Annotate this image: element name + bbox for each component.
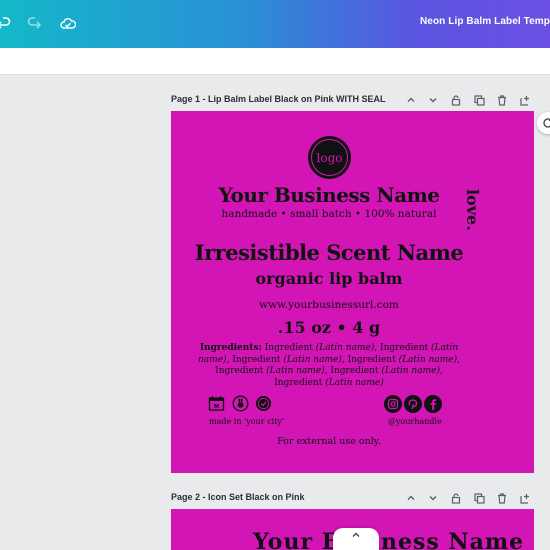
business-url[interactable]: www.yourbusinessurl.com — [171, 299, 487, 311]
chevron-down-icon[interactable] — [426, 93, 440, 107]
page-2-title[interactable]: Page 2 - Icon Set Black on Pink — [171, 492, 305, 502]
cloud-sync-icon[interactable] — [58, 14, 78, 34]
chevron-down-icon[interactable] — [426, 491, 440, 505]
side-text-love[interactable]: love. — [463, 189, 482, 231]
net-weight[interactable]: .15 oz • 4 g — [171, 318, 487, 337]
page-1-title[interactable]: Page 1 - Lip Balm Label Black on Pink WI… — [171, 94, 386, 104]
lip-balm-label-page-1[interactable]: logo Your Business Name handmade • small… — [171, 111, 534, 473]
social-handle[interactable]: @yourhandle — [388, 417, 442, 426]
chevron-up-icon[interactable] — [404, 491, 418, 505]
ingredients-heading: Ingredients: — [199, 343, 262, 353]
external-use-notice[interactable]: For external use only. — [171, 436, 487, 447]
trash-icon[interactable] — [495, 491, 509, 505]
business-name[interactable]: Your Business Name — [171, 183, 487, 207]
expand-pages-button[interactable] — [333, 528, 379, 550]
duplicate-icon[interactable] — [472, 93, 486, 107]
chevron-up-icon — [352, 532, 360, 537]
chevron-up-icon[interactable] — [404, 93, 418, 107]
ingredients-list[interactable]: Ingredients: Ingredient (Latin name), In… — [197, 343, 461, 389]
editor-subbar — [0, 48, 550, 75]
cruelty-free-icon[interactable] — [232, 395, 249, 412]
page-2-header: Page 2 - Icon Set Black on Pink — [171, 490, 550, 508]
trash-icon[interactable] — [495, 93, 509, 107]
add-page-icon[interactable] — [518, 93, 532, 107]
page-2-peek-text: Your Business Name — [253, 529, 525, 550]
made-in-text[interactable]: made in 'your city' — [209, 417, 284, 426]
facebook-icon[interactable] — [424, 395, 442, 413]
product-type[interactable]: organic lip balm — [171, 269, 487, 288]
instagram-icon[interactable] — [384, 395, 402, 413]
scent-name[interactable]: Irresistible Scent Name — [171, 240, 487, 265]
duplicate-icon[interactable] — [472, 491, 486, 505]
tagline[interactable]: handmade • small batch • 100% natural — [171, 208, 487, 220]
pinterest-icon[interactable] — [404, 395, 422, 413]
seal-icon[interactable] — [255, 395, 272, 412]
add-page-icon[interactable] — [518, 491, 532, 505]
logo-placeholder[interactable]: logo — [308, 136, 351, 179]
calendar-icon[interactable]: M — [208, 395, 225, 412]
editor-topbar: Neon Lip Balm Label Temp — [0, 0, 550, 48]
undo-icon[interactable] — [0, 14, 14, 34]
svg-text:M: M — [214, 404, 219, 410]
lock-icon[interactable] — [449, 93, 463, 107]
page-1-header: Page 1 - Lip Balm Label Black on Pink WI… — [171, 92, 550, 110]
logo-text: logo — [316, 150, 343, 165]
lock-icon[interactable] — [449, 491, 463, 505]
document-title[interactable]: Neon Lip Balm Label Temp — [420, 16, 550, 27]
redo-icon[interactable] — [24, 14, 44, 34]
